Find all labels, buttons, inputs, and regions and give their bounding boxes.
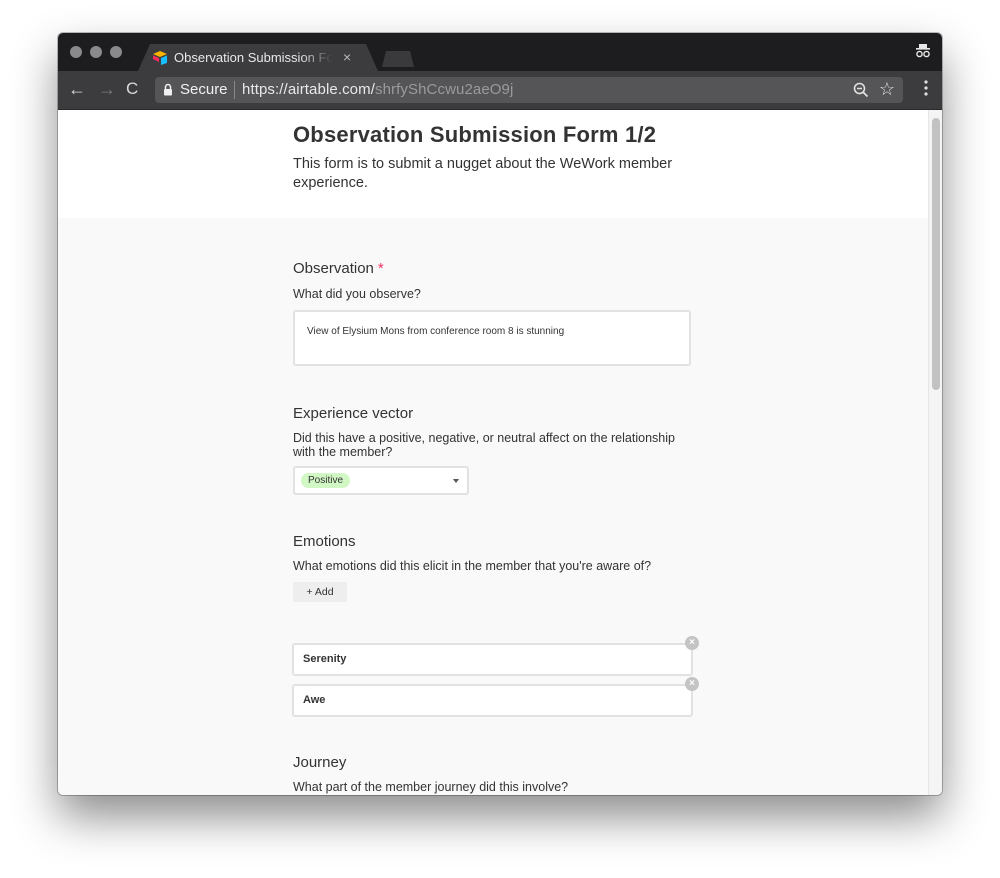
browser-tab-active[interactable]: Observation Submission Form ×: [138, 44, 378, 71]
emotions-add-button[interactable]: + Add: [293, 582, 347, 602]
tab-title: Observation Submission Form: [174, 50, 332, 65]
required-asterisk: *: [377, 260, 384, 277]
remove-icon[interactable]: ×: [685, 677, 699, 691]
zoom-icon[interactable]: [853, 82, 869, 98]
emotions-help: What emotions did this elicit in the mem…: [293, 559, 652, 573]
form-description: This form is to submit a nugget about th…: [293, 156, 673, 191]
browser-window: Observation Submission Form × ← → C Secu…: [58, 33, 942, 795]
observation-help: What did you observe?: [293, 287, 421, 301]
back-button[interactable]: ←: [68, 79, 86, 100]
browser-toolbar: ← → C Secure https://airtable.com/shrfyS…: [58, 71, 942, 110]
experience-vector-label: Experience vector: [293, 405, 414, 422]
journey-help: What part of the member journey did this…: [293, 780, 569, 794]
more-menu-icon[interactable]: [924, 79, 928, 97]
url-path: shrfyShCcwu2aeO9j: [375, 81, 514, 98]
minimize-window-button[interactable]: [90, 46, 102, 58]
observation-input[interactable]: View of Elysium Mons from conference roo…: [293, 310, 691, 366]
maximize-window-button[interactable]: [110, 46, 122, 58]
airtable-logo-icon: [153, 51, 167, 65]
address-bar[interactable]: Secure https://airtable.com/shrfyShCcwu2…: [155, 77, 903, 103]
new-tab-button[interactable]: [382, 51, 414, 67]
emotion-item[interactable]: Serenity: [292, 643, 693, 676]
observation-label-text: Observation: [293, 260, 374, 277]
form-page: Observation Submission Form 1/2 This for…: [58, 110, 928, 795]
url-host: https://airtable.com/: [242, 81, 375, 98]
form-header: Observation Submission Form 1/2 This for…: [58, 110, 928, 218]
observation-label: Observation *: [293, 260, 384, 277]
scroll-thumb[interactable]: [932, 118, 940, 390]
incognito-icon: [916, 44, 930, 58]
url-text[interactable]: https://airtable.com/shrfyShCcwu2aeO9j: [242, 81, 513, 98]
emotion-item[interactable]: Awe: [292, 684, 693, 717]
emotions-label: Emotions: [293, 533, 356, 550]
tab-strip: Observation Submission Form ×: [58, 33, 942, 71]
experience-vector-select[interactable]: Positive: [293, 466, 469, 495]
remove-icon[interactable]: ×: [685, 636, 699, 650]
forward-button[interactable]: →: [98, 79, 116, 100]
selected-option-pill: Positive: [301, 473, 351, 488]
form-title: Observation Submission Form 1/2: [293, 122, 657, 147]
lock-icon: [164, 83, 172, 96]
tab-close-icon[interactable]: ×: [343, 49, 351, 65]
bookmark-star-icon[interactable]: ☆: [879, 79, 895, 100]
secure-label: Secure: [180, 81, 228, 98]
experience-vector-help: Did this have a positive, negative, or n…: [293, 431, 675, 459]
chevron-down-icon: [453, 479, 459, 483]
close-window-button[interactable]: [70, 46, 82, 58]
address-separator: [234, 81, 235, 99]
page-scrollbar[interactable]: [928, 110, 942, 795]
journey-label: Journey: [293, 754, 347, 771]
reload-button[interactable]: C: [126, 79, 138, 99]
